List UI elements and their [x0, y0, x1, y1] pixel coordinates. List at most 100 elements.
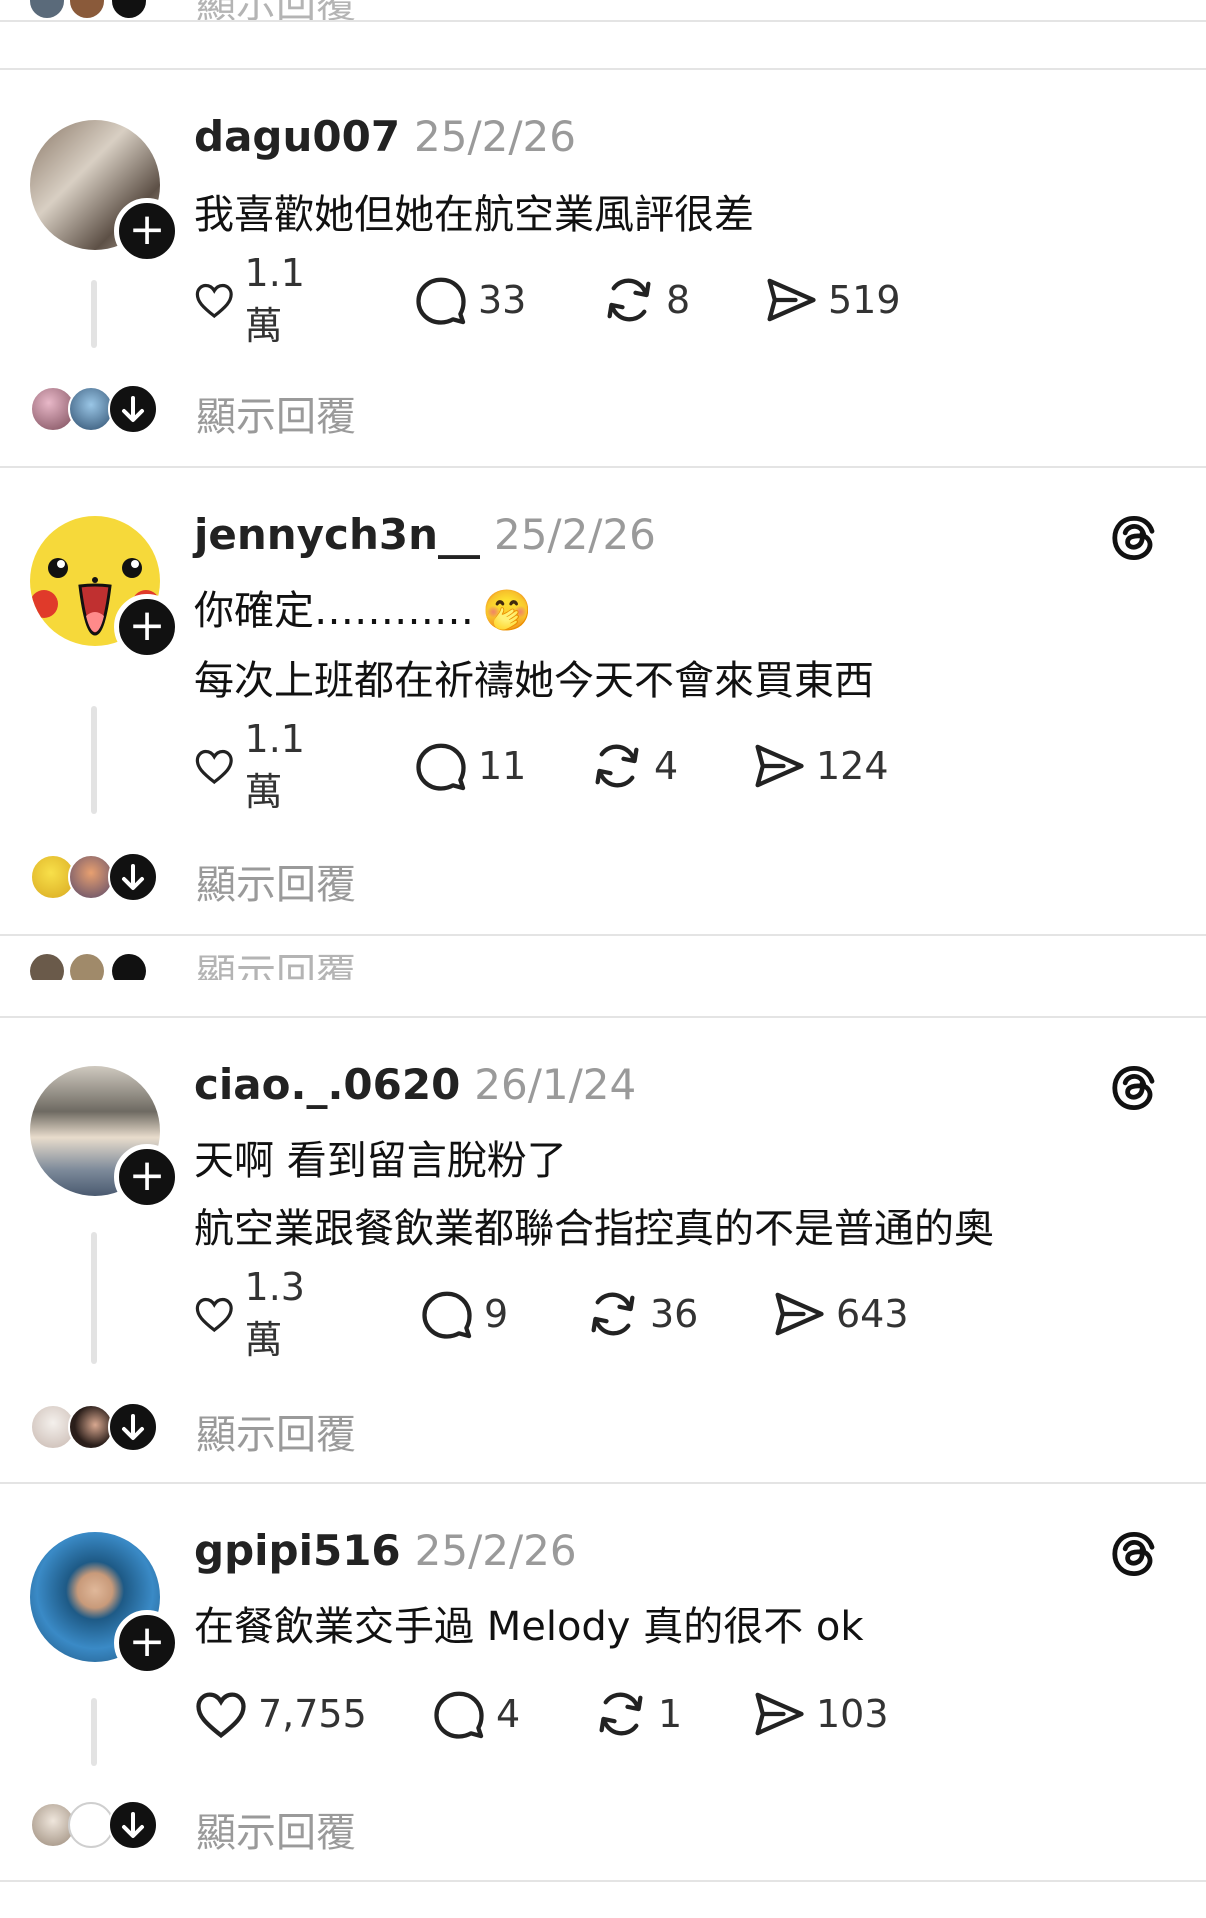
show-replies-link[interactable]: 顯示回覆: [196, 1402, 356, 1460]
threads-logo-icon[interactable]: [1110, 1530, 1158, 1578]
comment-button[interactable]: 4: [432, 1684, 520, 1744]
share-count: 124: [816, 744, 889, 788]
heart-icon: [195, 749, 233, 785]
speech-bubble-icon: [416, 743, 466, 791]
show-replies-link[interactable]: 顯示回覆: [196, 384, 356, 442]
username[interactable]: ciao._.0620 26/1/24: [194, 1060, 636, 1109]
comment-text: 你確定………… 🤭: [194, 588, 532, 634]
reply-avatar: [112, 0, 146, 18]
comment-text: 航空業跟餐飲業都聯合指控真的不是普通的奧: [194, 1206, 994, 1252]
threads-logo-icon[interactable]: [1110, 1064, 1158, 1112]
divider: [0, 68, 1206, 70]
repost-button[interactable]: 4: [590, 736, 678, 796]
username[interactable]: jennych3n__ 25/2/26: [194, 510, 656, 559]
divider: [0, 1016, 1206, 1018]
comment-button[interactable]: 11: [414, 736, 526, 796]
send-icon: [755, 744, 804, 788]
like-count: 7,755: [258, 1692, 367, 1736]
post-date: 25/2/26: [414, 1526, 577, 1575]
thread-line: [91, 1232, 97, 1364]
comment-text: 每次上班都在祈禱她今天不會來買東西: [194, 658, 874, 704]
show-replies-link[interactable]: 顯示回覆: [196, 1800, 356, 1858]
reply-avatar: [30, 954, 64, 980]
comment-button[interactable]: 33: [414, 270, 526, 330]
repost-count: 8: [666, 278, 691, 322]
repost-button[interactable]: 36: [586, 1284, 698, 1344]
like-button[interactable]: 7,755: [194, 1684, 367, 1744]
reply-avatar: [30, 0, 64, 18]
follow-button[interactable]: +: [114, 198, 180, 264]
comment-count: 33: [478, 278, 527, 322]
follow-button[interactable]: +: [114, 1144, 180, 1210]
plus-icon: +: [128, 1150, 166, 1201]
expand-replies-button[interactable]: [108, 384, 158, 434]
thread-line: [91, 1698, 97, 1766]
like-count: 1.1萬: [244, 716, 305, 814]
username[interactable]: dagu007 25/2/26: [194, 112, 576, 161]
like-button[interactable]: 1.1萬: [194, 251, 318, 348]
comment-count: 4: [496, 1692, 521, 1736]
heart-icon: [195, 283, 233, 319]
plus-icon: +: [128, 1616, 166, 1667]
share-count: 103: [816, 1692, 889, 1736]
share-count: 519: [828, 278, 901, 322]
comment-button[interactable]: 9: [420, 1284, 508, 1344]
reply-avatar: [70, 954, 104, 980]
thread-line: [91, 706, 97, 814]
share-button[interactable]: 103: [752, 1684, 889, 1744]
repost-arrows-icon: [591, 1292, 635, 1336]
thread-line: [91, 280, 97, 348]
divider: [0, 1880, 1206, 1882]
plus-icon: +: [128, 600, 166, 651]
show-replies-link[interactable]: 顯示回覆: [196, 852, 356, 910]
speech-bubble-icon: [434, 1691, 484, 1739]
repost-button[interactable]: 8: [602, 270, 690, 330]
share-button[interactable]: 643: [772, 1284, 909, 1344]
like-button[interactable]: 1.3萬: [194, 1265, 318, 1362]
expand-replies-button[interactable]: [108, 1800, 158, 1850]
repost-count: 1: [658, 1692, 683, 1736]
reply-avatar: [112, 954, 146, 980]
share-button[interactable]: 519: [764, 270, 901, 330]
arrow-down-icon: [122, 1414, 144, 1440]
comment-count: 9: [484, 1292, 509, 1336]
repost-arrows-icon: [607, 278, 651, 322]
heart-icon: [196, 1692, 246, 1739]
follow-button[interactable]: +: [114, 1610, 180, 1676]
repost-button[interactable]: 1: [594, 1684, 682, 1744]
repost-arrows-icon: [599, 1692, 643, 1736]
post-date: 26/1/24: [474, 1060, 637, 1109]
plus-icon: +: [128, 204, 166, 255]
post-date: 25/2/26: [493, 510, 656, 559]
share-button[interactable]: 124: [752, 736, 889, 796]
comment-text: 在餐飲業交手過 Melody 真的很不 ok: [194, 1604, 864, 1650]
show-replies-link[interactable]: 顯示回覆: [196, 954, 356, 980]
like-count: 1.3萬: [244, 1264, 305, 1362]
expand-replies-button[interactable]: [108, 1402, 158, 1452]
threads-logo-icon[interactable]: [1110, 514, 1158, 562]
post-date: 25/2/26: [414, 112, 576, 161]
divider: [0, 1482, 1206, 1484]
like-count: 1.1萬: [244, 250, 305, 348]
divider: [0, 20, 1206, 22]
repost-arrows-icon: [595, 744, 639, 788]
arrow-down-icon: [122, 1812, 144, 1838]
divider: [0, 466, 1206, 468]
reply-avatar: [70, 0, 104, 18]
expand-replies-button[interactable]: [108, 852, 158, 902]
share-count: 643: [836, 1292, 909, 1336]
send-icon: [767, 278, 816, 322]
send-icon: [775, 1292, 824, 1336]
repost-count: 36: [650, 1292, 699, 1336]
username[interactable]: gpipi516 25/2/26: [194, 1526, 577, 1575]
speech-bubble-icon: [416, 277, 466, 325]
emoji: 🤭: [482, 588, 532, 634]
send-icon: [755, 1692, 804, 1736]
arrow-down-icon: [122, 864, 144, 890]
arrow-down-icon: [122, 396, 144, 422]
follow-button[interactable]: +: [114, 594, 180, 660]
comment-count: 11: [478, 744, 527, 788]
comment-text: 我喜歡她但她在航空業風評很差: [194, 192, 754, 238]
like-button[interactable]: 1.1萬: [194, 717, 318, 814]
repost-count: 4: [654, 744, 679, 788]
